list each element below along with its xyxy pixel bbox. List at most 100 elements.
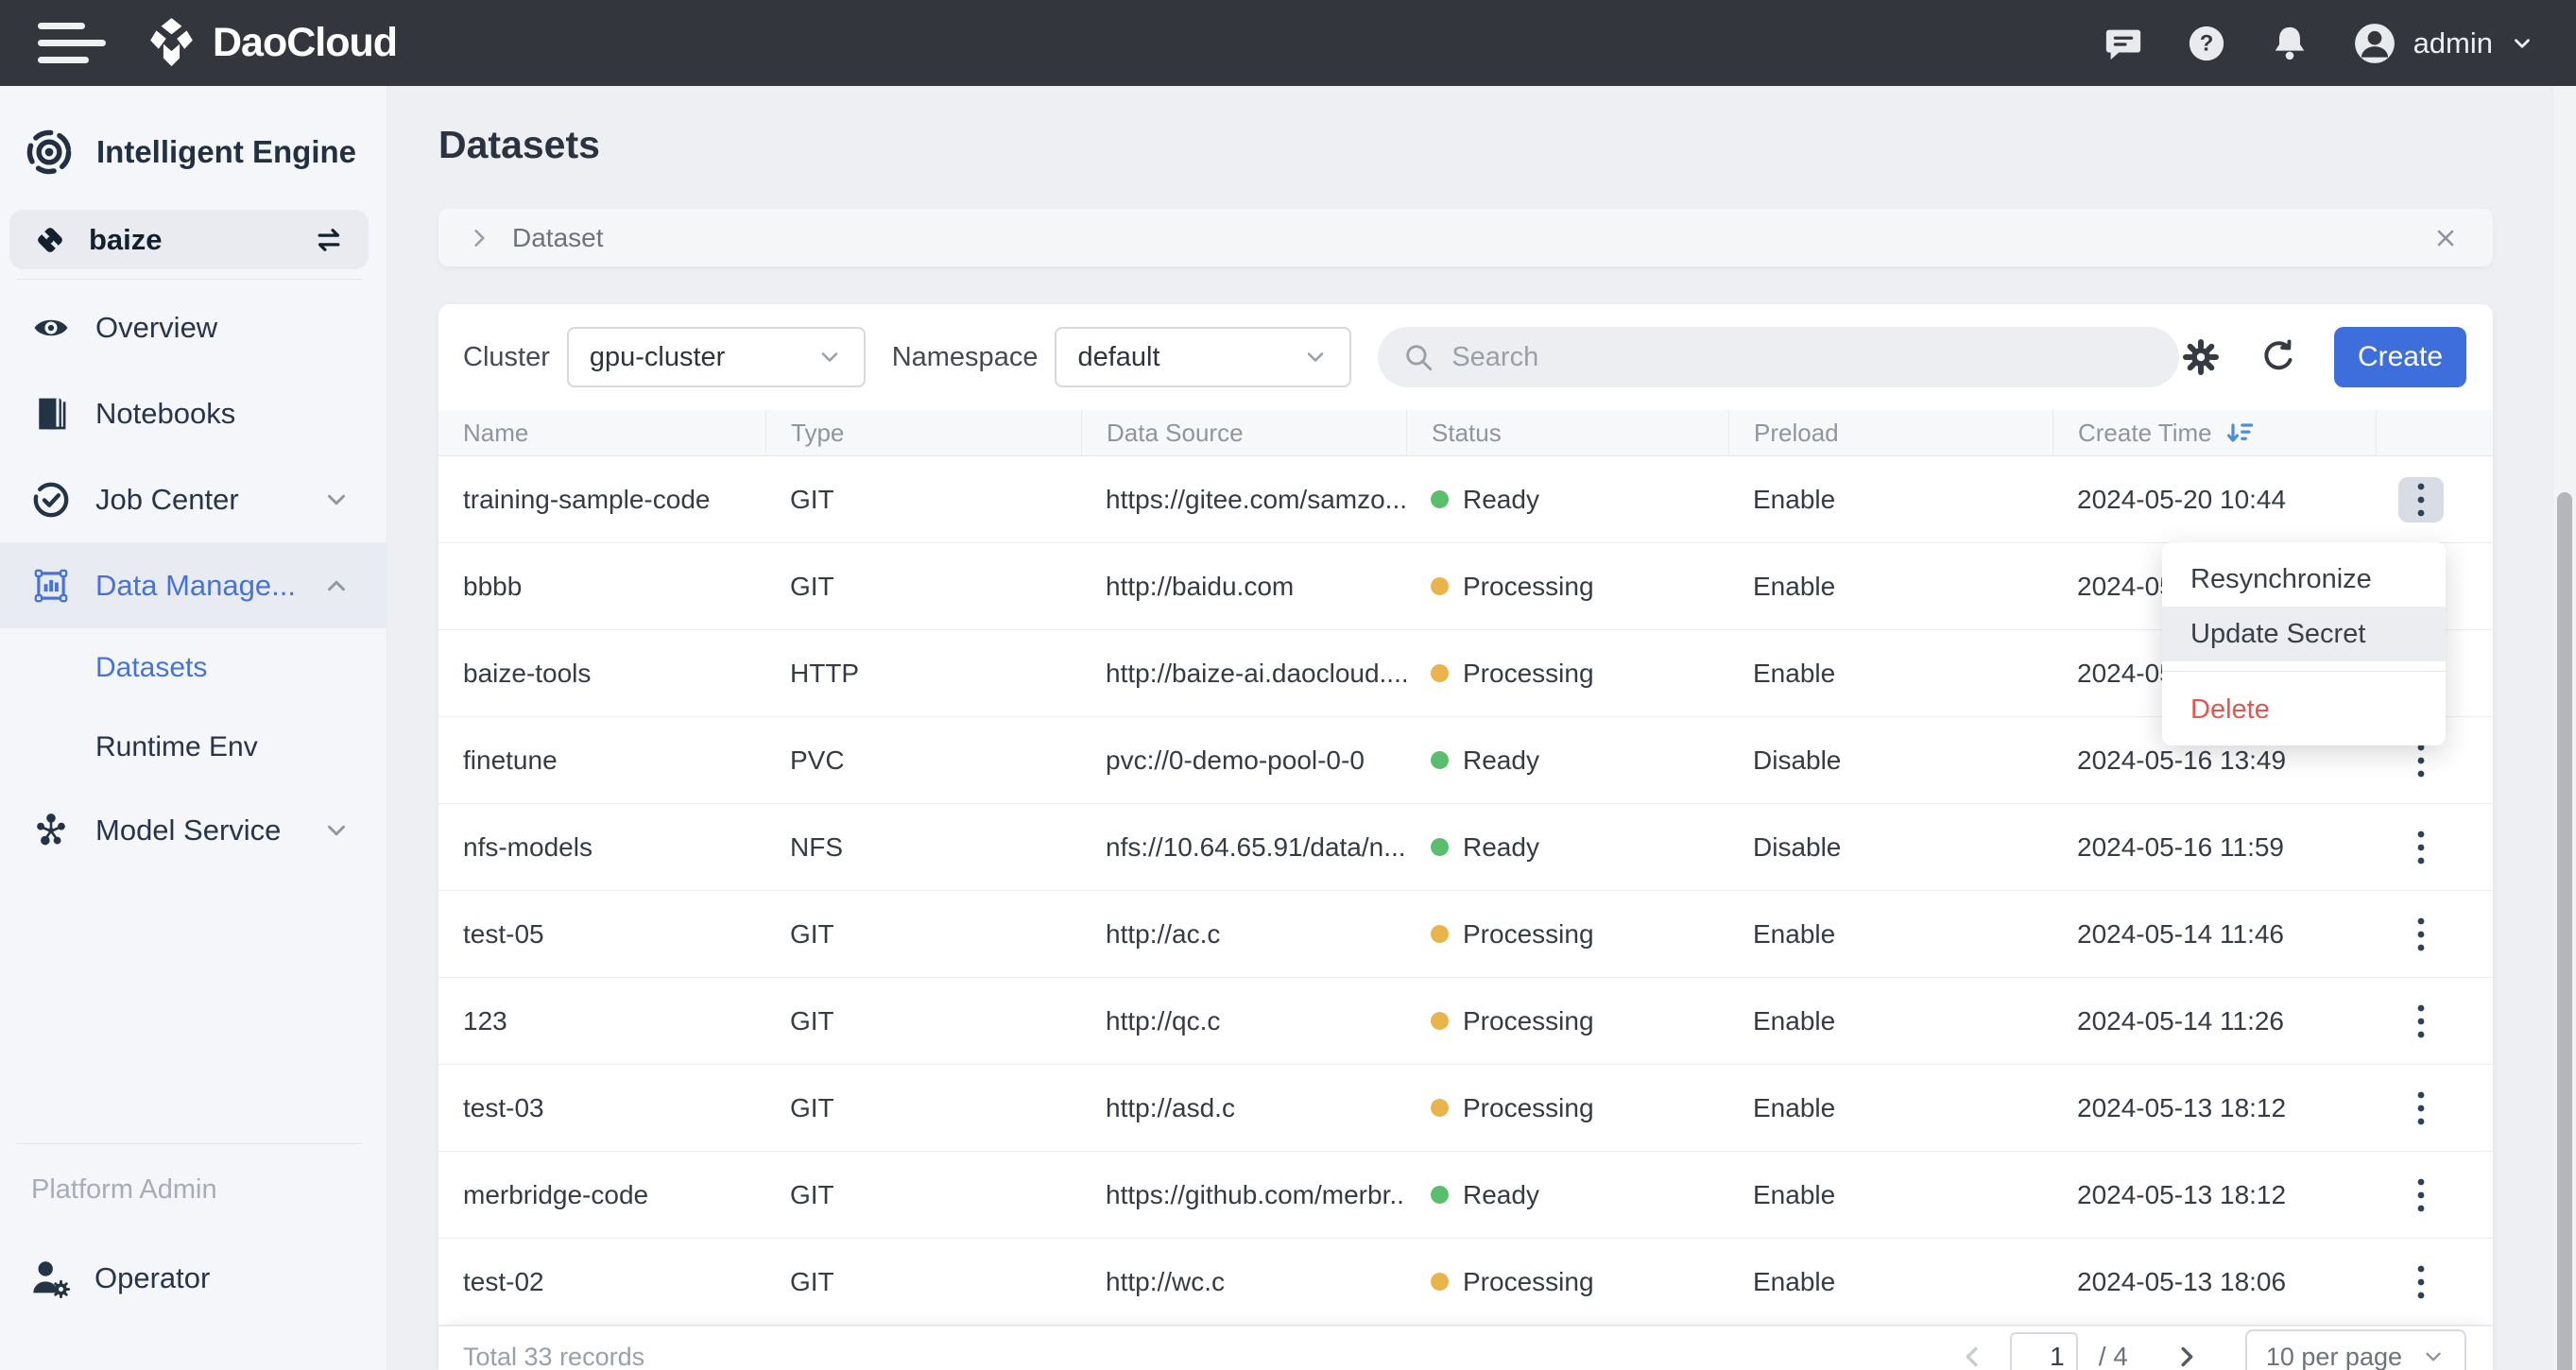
- filter-toolbar: Cluster gpu-cluster Namespace default Se…: [438, 304, 2493, 410]
- user-name: admin: [2413, 26, 2493, 60]
- dataset-accordion[interactable]: Dataset: [438, 209, 2493, 266]
- status-label: Processing: [1463, 1266, 1594, 1296]
- cell-status: Processing: [1406, 1267, 1728, 1297]
- scrollbar-thumb[interactable]: [2557, 492, 2572, 1370]
- row-actions-button[interactable]: [2398, 999, 2444, 1044]
- next-page-icon[interactable]: [2170, 1341, 2202, 1370]
- cell-actions: [2376, 825, 2493, 870]
- sidebar-item-job-center[interactable]: Job Center: [0, 456, 386, 542]
- sidebar-item-label: Model Service: [95, 813, 282, 847]
- chevron-up-icon: [322, 572, 351, 600]
- cluster-select[interactable]: gpu-cluster: [566, 327, 866, 387]
- operator-icon: [28, 1257, 72, 1300]
- help-icon[interactable]: ?: [2187, 24, 2226, 63]
- avatar: [2353, 22, 2396, 65]
- cell-name: bbbb: [463, 571, 523, 601]
- close-icon[interactable]: [2432, 225, 2459, 251]
- table-row[interactable]: merbridge-code GIT https://github.com/me…: [438, 1152, 2493, 1239]
- chevron-right-icon[interactable]: [467, 226, 491, 250]
- cell-data-source: http://wc.c: [1106, 1266, 1226, 1296]
- row-actions-button[interactable]: [2398, 1173, 2444, 1218]
- page-number-input[interactable]: [2009, 1332, 2078, 1370]
- create-button[interactable]: Create: [2334, 327, 2466, 387]
- hamburger-menu-icon[interactable]: [38, 19, 106, 68]
- messages-icon[interactable]: [2104, 24, 2143, 63]
- user-menu[interactable]: admin: [2353, 22, 2534, 65]
- cell-actions: [2376, 1173, 2493, 1218]
- cell-actions: [2376, 1259, 2493, 1305]
- menu-item-resynchronize[interactable]: Resynchronize: [2162, 552, 2446, 607]
- settings-gear-icon[interactable]: [2179, 335, 2223, 379]
- row-actions-menu: Resynchronize Update Secret Delete: [2162, 542, 2446, 745]
- status-label: Ready: [1463, 831, 1539, 862]
- cell-create-time: 2024-05-14 11:26: [2077, 1005, 2284, 1036]
- cell-type: GIT: [790, 918, 834, 949]
- total-records: Total 33 records: [463, 1342, 645, 1370]
- table-row[interactable]: nfs-models NFS nfs://10.64.65.91/data/n.…: [438, 804, 2493, 891]
- cell-create-time: 2024-05-14 11:46: [2077, 918, 2284, 949]
- chevron-down-icon: [322, 816, 351, 845]
- top-bar: DaoCloud ? admin: [0, 0, 2576, 86]
- sidebar-item-runtime-env[interactable]: Runtime Env: [0, 708, 386, 787]
- previous-page-icon[interactable]: [1957, 1341, 1989, 1370]
- per-page-select[interactable]: 10 per page: [2244, 1329, 2466, 1370]
- sidebar-item-operator[interactable]: Operator: [0, 1235, 386, 1321]
- row-actions-button[interactable]: [2398, 825, 2444, 870]
- chevron-down-icon: [816, 344, 843, 370]
- namespace-select[interactable]: default: [1055, 327, 1352, 387]
- table-row[interactable]: test-05 GIT http://ac.c Processing Enabl…: [438, 891, 2493, 978]
- status-dot: [1431, 490, 1449, 508]
- column-header-create-time[interactable]: Create Time: [2052, 410, 2376, 455]
- menu-item-update-secret[interactable]: Update Secret: [2162, 607, 2446, 661]
- model-service-icon: [31, 810, 71, 851]
- sort-descending-icon[interactable]: [2225, 418, 2256, 448]
- cell-name: test-03: [463, 1092, 544, 1122]
- menu-item-delete[interactable]: Delete: [2162, 682, 2446, 737]
- eye-icon: [31, 307, 71, 349]
- cell-create-time: 2024-05-13 18:12: [2077, 1092, 2287, 1122]
- table-row[interactable]: test-03 GIT http://asd.c Processing Enab…: [438, 1065, 2493, 1152]
- row-actions-button[interactable]: [2398, 1086, 2444, 1131]
- refresh-icon[interactable]: [2257, 335, 2300, 379]
- product-header: Intelligent Engine: [25, 128, 356, 177]
- row-actions-button[interactable]: [2398, 912, 2444, 957]
- table-row[interactable]: test-02 GIT http://wc.c Processing Enabl…: [438, 1239, 2493, 1326]
- cell-actions: [2376, 912, 2493, 957]
- status-label: Ready: [1463, 1179, 1539, 1209]
- sidebar-item-overview[interactable]: Overview: [0, 284, 386, 370]
- search-input[interactable]: [1450, 340, 2116, 374]
- table-row[interactable]: 123 GIT http://qc.c Processing Enable 20…: [438, 978, 2493, 1065]
- row-actions-button[interactable]: [2398, 476, 2444, 522]
- cell-data-source: http://ac.c: [1106, 918, 1221, 949]
- cell-data-source: pvc://0-demo-pool-0-0: [1106, 745, 1365, 775]
- cell-create-time: 2024-05-16 13:49: [2077, 745, 2287, 775]
- menu-divider: [2162, 671, 2446, 672]
- cell-status: Processing: [1406, 1093, 1728, 1123]
- cell-name: finetune: [463, 745, 558, 775]
- brand-logo[interactable]: DaoCloud: [146, 17, 398, 69]
- status-dot: [1431, 751, 1449, 769]
- column-header-actions: [2376, 410, 2493, 455]
- cell-actions: [2376, 1086, 2493, 1131]
- sidebar-item-notebooks[interactable]: Notebooks: [0, 370, 386, 456]
- row-actions-button[interactable]: [2398, 1259, 2444, 1305]
- cell-status: Processing: [1406, 919, 1728, 950]
- cell-data-source: http://baize-ai.daocloud....: [1106, 658, 1406, 688]
- cell-name: training-sample-code: [463, 484, 711, 514]
- status-dot: [1431, 664, 1449, 682]
- cell-name: test-05: [463, 918, 544, 949]
- sidebar-item-data-manage[interactable]: Data Manage...: [0, 542, 386, 628]
- sidebar-item-model-service[interactable]: Model Service: [0, 787, 386, 873]
- workspace-swap-icon[interactable]: [312, 223, 346, 257]
- status-label: Processing: [1463, 1092, 1594, 1122]
- book-icon: [31, 393, 71, 435]
- notifications-bell-icon[interactable]: [2270, 24, 2310, 63]
- cell-preload: Enable: [1753, 1092, 1836, 1122]
- sidebar-item-datasets[interactable]: Datasets: [0, 628, 386, 708]
- cell-create-time: 2024-05-20 10:44: [2077, 484, 2287, 514]
- namespace-select-value: default: [1077, 341, 1160, 372]
- workspace-switcher[interactable]: baize: [9, 210, 369, 269]
- sidebar-item-label: Operator: [94, 1260, 211, 1294]
- column-header-preload: Preload: [1728, 410, 2052, 455]
- table-row[interactable]: training-sample-code GIT https://gitee.c…: [438, 456, 2493, 543]
